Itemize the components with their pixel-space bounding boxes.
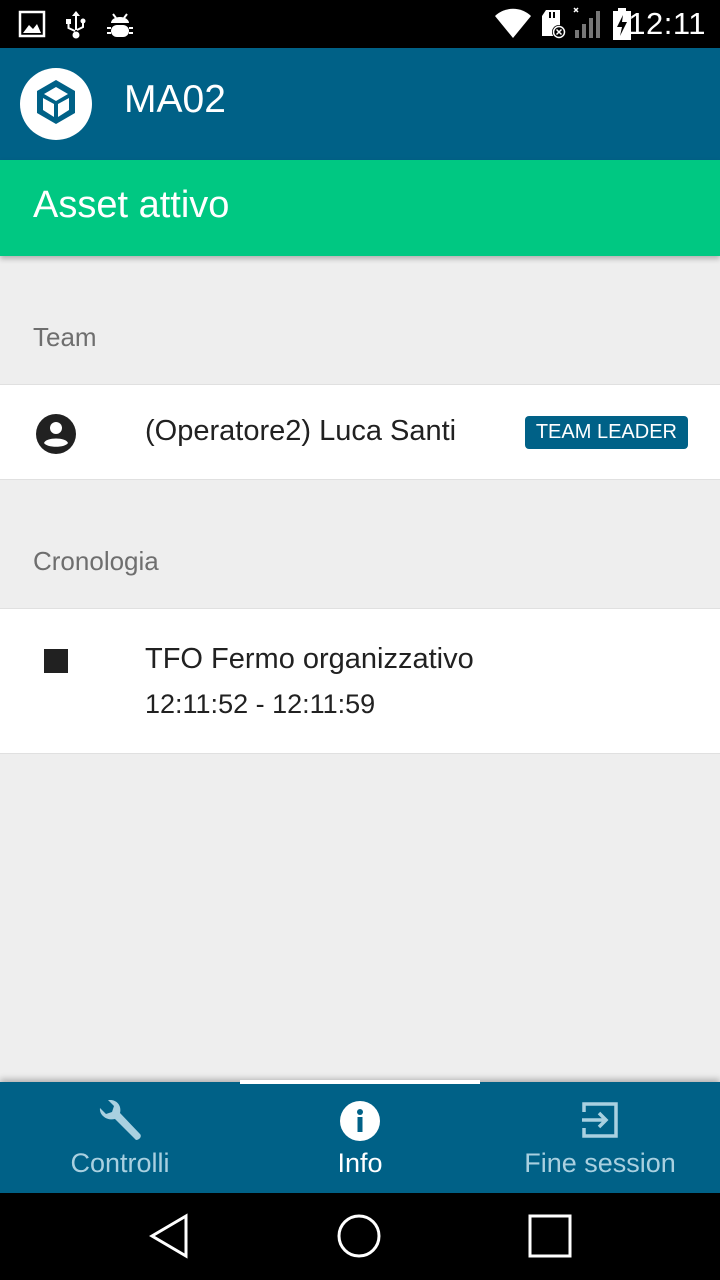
usb-icon [64,10,88,45]
history-event-row[interactable]: TFO Fermo organizzativo 12:11:52 - 12:11… [0,608,720,754]
system-navigation-bar [0,1193,720,1280]
info-icon [339,1100,381,1147]
nav-tab-controlli[interactable]: Controlli [0,1082,240,1193]
home-icon[interactable] [336,1213,382,1264]
team-leader-badge: TEAM LEADER [524,416,688,449]
nav-label-fine-sessione: Fine session [524,1148,676,1178]
image-icon [18,10,46,43]
nav-label-controlli: Controlli [70,1148,170,1178]
android-debug-icon [106,10,134,45]
nav-tab-info[interactable]: Info [240,1080,480,1193]
asset-status-text: Asset attivo [33,184,230,226]
page-title: MA02 [124,78,226,121]
team-member-row[interactable]: (Operatore2) Luca Santi TEAM LEADER [0,384,720,480]
cube-icon [30,76,82,133]
exit-icon [580,1100,620,1145]
signal-icon [572,6,604,45]
history-section-title: Cronologia [33,546,159,576]
team-section-title: Team [33,322,97,352]
sd-card-error-icon [540,8,570,45]
asset-status-banner: Asset attivo [0,160,720,256]
team-section-header: Team [0,308,720,364]
history-section-header: Cronologia [0,532,720,588]
event-title: TFO Fermo organizzativo [145,643,474,675]
status-clock: 12:11 [628,6,706,41]
team-member-name: (Operatore2) Luca Santi [145,415,457,447]
account-circle-icon [35,413,77,460]
wrench-icon [96,1099,144,1149]
wifi-icon [494,8,532,45]
nav-label-info: Info [337,1148,383,1178]
status-bar: 12:11 [0,0,720,48]
event-time-range: 12:11:52 - 12:11:59 [145,689,376,719]
back-icon[interactable] [148,1213,192,1264]
app-logo [20,68,92,140]
recents-icon[interactable] [527,1213,573,1264]
app-bar: MA02 [0,48,720,160]
nav-tab-fine-sessione[interactable]: Fine session [480,1082,720,1193]
bottom-navigation: Controlli Info Fine session [0,1080,720,1193]
stop-icon [44,649,68,673]
